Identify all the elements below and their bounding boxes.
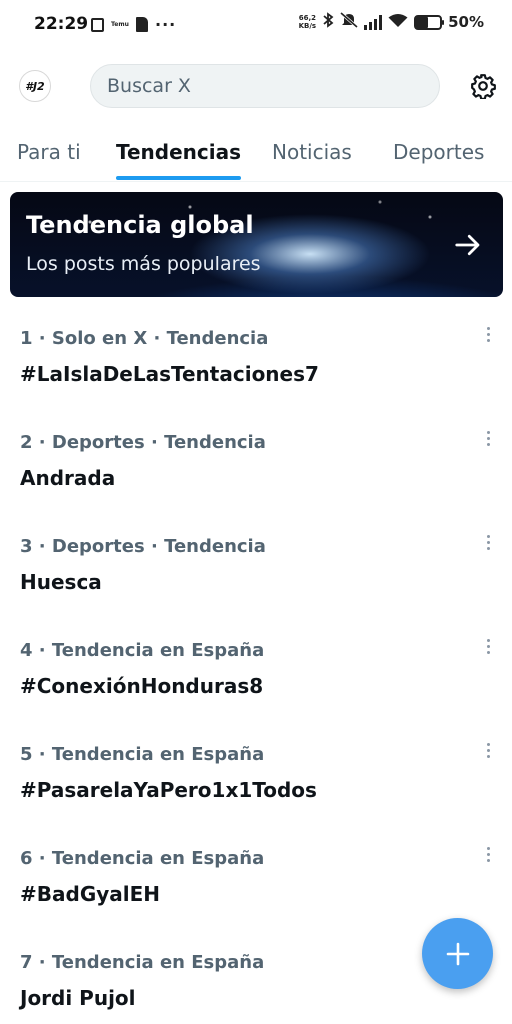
trend-name: Huesca [20,570,102,594]
file-notification-icon [136,17,148,32]
trend-item[interactable]: 1 · Solo en X · Tendencia #LaIslaDeLasTe… [0,326,512,432]
trend-meta: 7 · Tendencia en España [20,952,265,973]
more-options-icon[interactable] [480,842,496,866]
global-trend-banner[interactable]: Tendencia global Los posts más populares [10,192,503,297]
profile-avatar[interactable]: #J2 [19,70,51,102]
active-tab-indicator [116,176,241,180]
wifi-icon [388,13,408,32]
network-speed-unit: KB/s [298,22,317,30]
trend-name: Andrada [20,466,116,490]
more-options-icon[interactable] [480,426,496,450]
temu-notification-icon: Temu [111,20,129,28]
more-options-icon[interactable] [480,322,496,346]
plus-icon [446,942,469,965]
bluetooth-icon [322,12,334,32]
tab-bar: Para ti Tendencias Noticias Deportes [0,130,512,182]
search-input[interactable]: Buscar X [90,64,440,108]
tab-para-ti[interactable]: Para ti [17,140,81,164]
trend-meta: 2 · Deportes · Tendencia [20,432,266,453]
tab-noticias[interactable]: Noticias [272,140,352,164]
trend-name: #BadGyalEH [20,882,161,906]
trend-name: Jordi Pujol [20,986,136,1010]
trend-meta: 3 · Deportes · Tendencia [20,536,266,557]
banner-subtitle: Los posts más populares [26,253,261,275]
trend-meta: 1 · Solo en X · Tendencia [20,328,269,349]
network-speed: 66,2 KB/s [299,14,316,30]
more-options-icon[interactable] [480,530,496,554]
trend-item[interactable]: 3 · Deportes · Tendencia Huesca [0,534,512,640]
signal-icon [364,14,383,30]
banner-title: Tendencia global [26,211,254,239]
trend-meta: 6 · Tendencia en España [20,848,265,869]
more-options-icon[interactable] [480,738,496,762]
trend-name: #PasarelaYaPero1x1Todos [20,778,317,802]
tab-deportes[interactable]: Deportes [393,140,484,164]
network-speed-value: 66,2 [298,14,316,22]
trend-item[interactable]: 4 · Tendencia en España #ConexiónHondura… [0,638,512,744]
screenshot-notification-icon [91,17,104,32]
trend-meta: 4 · Tendencia en España [20,640,265,661]
trend-name: #LaIslaDeLasTentaciones7 [20,362,319,386]
trend-name: #ConexiónHonduras8 [20,674,264,698]
battery-fill [416,16,429,28]
trend-item[interactable]: 2 · Deportes · Tendencia Andrada [0,430,512,536]
tab-tendencias[interactable]: Tendencias [116,140,241,164]
status-system-icons: 66,2 KB/s 50% [299,11,484,32]
status-time: 22:29 [34,14,89,34]
trend-meta: 5 · Tendencia en España [20,744,265,765]
trend-item[interactable]: 5 · Tendencia en España #PasarelaYaPero1… [0,742,512,848]
battery-percent: 50% [448,13,484,31]
status-notification-icons: Temu ··· [91,15,176,34]
status-bar: 22:29 Temu ··· 66,2 KB/s 50% [0,0,512,48]
battery-icon [414,14,445,30]
gear-icon[interactable] [469,72,497,100]
more-options-icon[interactable] [480,634,496,658]
compose-post-button[interactable] [422,918,493,989]
arrow-right-icon [455,234,480,256]
more-notifications-icon: ··· [155,15,177,34]
mute-icon [340,11,359,32]
